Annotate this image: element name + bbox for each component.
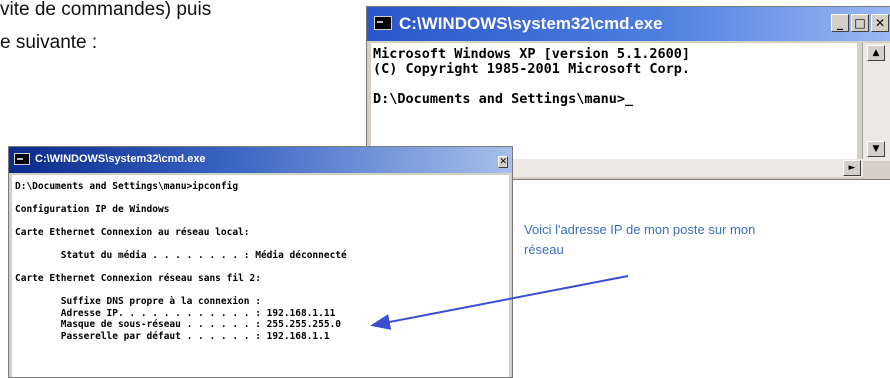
- annotation-arrow-icon: [370, 275, 629, 330]
